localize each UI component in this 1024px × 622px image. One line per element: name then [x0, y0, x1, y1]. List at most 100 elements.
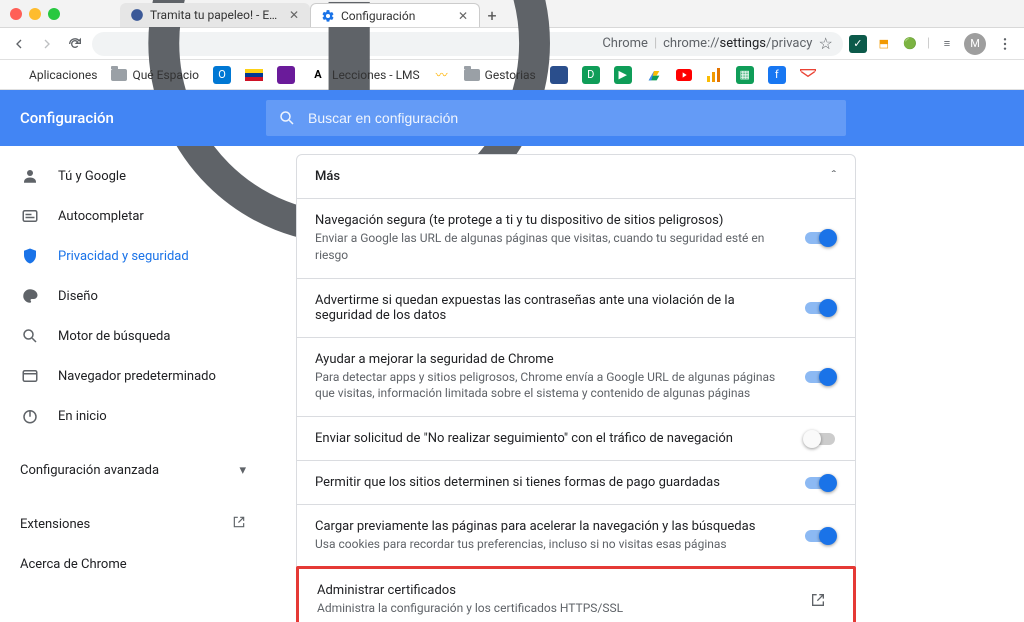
bookmark-label: Aplicaciones: [29, 68, 97, 82]
chevron-up-icon: ˆ: [831, 169, 837, 184]
bookmark-item[interactable]: [646, 67, 662, 83]
sidebar-item-autocomplete[interactable]: Autocompletar: [0, 196, 266, 236]
minimize-window-button[interactable]: [29, 8, 41, 20]
page-title: Configuración: [0, 109, 266, 127]
analytics-icon: [706, 67, 722, 83]
extensions-area: ✓ ⬒ 🟢 | ≡ M: [849, 33, 1016, 55]
bookmark-icon: [277, 66, 295, 84]
reload-button[interactable]: [64, 33, 86, 55]
setting-row-manage-certificates[interactable]: Administrar certificados Administra la c…: [296, 566, 856, 622]
bookmark-folder[interactable]: Gestorias: [464, 67, 536, 83]
bookmark-icon: A: [309, 66, 327, 84]
power-icon: [20, 406, 40, 426]
zoom-window-button[interactable]: [48, 8, 60, 20]
browser-icon: [20, 366, 40, 386]
profile-avatar[interactable]: M: [964, 33, 986, 55]
bookmark-item[interactable]: 〰: [434, 67, 450, 83]
bookmark-item[interactable]: [245, 69, 263, 81]
bookmark-folder[interactable]: Qué Espacio: [111, 67, 199, 83]
omnibox-right: ☆: [818, 34, 832, 53]
tab-background[interactable]: Tramita tu papeleo! - Entre Tr… ✕: [120, 3, 310, 27]
star-icon[interactable]: ☆: [818, 34, 832, 53]
row-title: Administrar certificados: [317, 583, 785, 598]
sidebar-item-appearance[interactable]: Diseño: [0, 276, 266, 316]
address-bar[interactable]: Chrome | chrome://settings/privacy ☆: [92, 32, 843, 56]
bookmark-item[interactable]: D: [582, 66, 600, 84]
bookmark-apps[interactable]: Aplicaciones: [8, 67, 97, 83]
toggle-payment-methods[interactable]: [805, 477, 835, 489]
sidebar-advanced[interactable]: Configuración avanzada ▾: [0, 450, 266, 490]
tab-active[interactable]: Configuración ✕: [310, 3, 480, 27]
sidebar-item-label: Extensiones: [20, 517, 90, 532]
row-title: Cargar previamente las páginas para acel…: [315, 519, 787, 534]
palette-icon: [20, 286, 40, 306]
facebook-icon: f: [768, 66, 786, 84]
sidebar-about[interactable]: Acerca de Chrome: [0, 544, 266, 584]
sidebar-item-label: Configuración avanzada: [20, 463, 159, 478]
search-input[interactable]: [306, 109, 834, 127]
close-window-button[interactable]: [10, 8, 22, 20]
apps-icon: [8, 67, 24, 83]
extension-icon[interactable]: ⬒: [875, 35, 893, 53]
bookmark-item[interactable]: [277, 66, 295, 84]
row-title: Permitir que los sitios determinen si ti…: [315, 475, 787, 490]
extension-icon[interactable]: ≡: [938, 35, 956, 53]
toggle-preload[interactable]: [805, 530, 835, 542]
row-subtitle: Administra la configuración y los certif…: [317, 600, 785, 617]
setting-row-do-not-track: Enviar solicitud de "No realizar seguimi…: [297, 416, 855, 460]
close-tab-icon[interactable]: ✕: [457, 10, 469, 22]
gmail-icon: [800, 67, 816, 83]
extension-icon[interactable]: ✓: [849, 35, 867, 53]
bookmark-icon: O: [213, 66, 231, 84]
section-more[interactable]: Más ˆ: [297, 155, 855, 198]
sidebar-item-label: Autocompletar: [58, 209, 144, 224]
chevron-down-icon: ▾: [239, 463, 246, 478]
bookmark-icon: ▶: [614, 66, 632, 84]
sidebar: Tú y Google Autocompletar Privacidad y s…: [0, 146, 266, 622]
setting-row-improve-security: Ayudar a mejorar la seguridad de Chrome …: [297, 337, 855, 417]
shield-icon: [20, 246, 40, 266]
bookmark-item[interactable]: [706, 67, 722, 83]
window-controls: [10, 8, 60, 20]
toggle-do-not-track[interactable]: [805, 433, 835, 445]
drive-icon: [646, 67, 662, 83]
settings-body: Tú y Google Autocompletar Privacidad y s…: [0, 146, 1024, 622]
search-settings[interactable]: [266, 100, 846, 136]
row-title: Enviar solicitud de "No realizar seguimi…: [315, 431, 787, 446]
bookmark-item[interactable]: A Lecciones - LMS: [309, 66, 420, 84]
sidebar-item-you-and-google[interactable]: Tú y Google: [0, 156, 266, 196]
toggle-safe-browsing[interactable]: [805, 232, 835, 244]
bookmark-item[interactable]: ▦: [736, 66, 754, 84]
sidebar-item-label: Motor de búsqueda: [58, 329, 170, 344]
bookmark-item[interactable]: ▶: [614, 66, 632, 84]
settings-content: Más ˆ Navegación segura (te protege a ti…: [266, 146, 1024, 622]
row-subtitle: Para detectar apps y sitios peligrosos, …: [315, 369, 787, 403]
bookmark-icon: [550, 66, 568, 84]
browser-toolbar: Chrome | chrome://settings/privacy ☆ ✓ ⬒…: [0, 28, 1024, 60]
forward-button[interactable]: [36, 33, 58, 55]
bookmark-label: Lecciones - LMS: [332, 68, 420, 82]
extension-icon[interactable]: 🟢: [901, 35, 919, 53]
sidebar-item-label: Diseño: [58, 289, 98, 304]
close-tab-icon[interactable]: ✕: [288, 9, 300, 21]
sidebar-extensions[interactable]: Extensiones: [0, 504, 266, 544]
sidebar-item-search-engine[interactable]: Motor de búsqueda: [0, 316, 266, 356]
menu-button[interactable]: [994, 33, 1016, 55]
bookmark-item[interactable]: [800, 67, 816, 83]
sidebar-item-privacy[interactable]: Privacidad y seguridad: [0, 236, 266, 276]
bookmark-item[interactable]: f: [768, 66, 786, 84]
bookmark-item[interactable]: [550, 66, 568, 84]
folder-icon: [464, 67, 480, 83]
tab-title: Tramita tu papeleo! - Entre Tr…: [150, 8, 282, 22]
sidebar-item-default-browser[interactable]: Navegador predeterminado: [0, 356, 266, 396]
autocomplete-icon: [20, 206, 40, 226]
sidebar-item-on-startup[interactable]: En inicio: [0, 396, 266, 436]
back-button[interactable]: [8, 33, 30, 55]
toggle-improve-security[interactable]: [805, 371, 835, 383]
bookmark-item[interactable]: O: [213, 66, 231, 84]
sidebar-item-label: En inicio: [58, 409, 107, 424]
sheets-icon: ▦: [736, 66, 754, 84]
bookmark-item[interactable]: [676, 67, 692, 83]
bookmark-icon: 〰: [434, 67, 450, 83]
toggle-password-breach[interactable]: [805, 302, 835, 314]
